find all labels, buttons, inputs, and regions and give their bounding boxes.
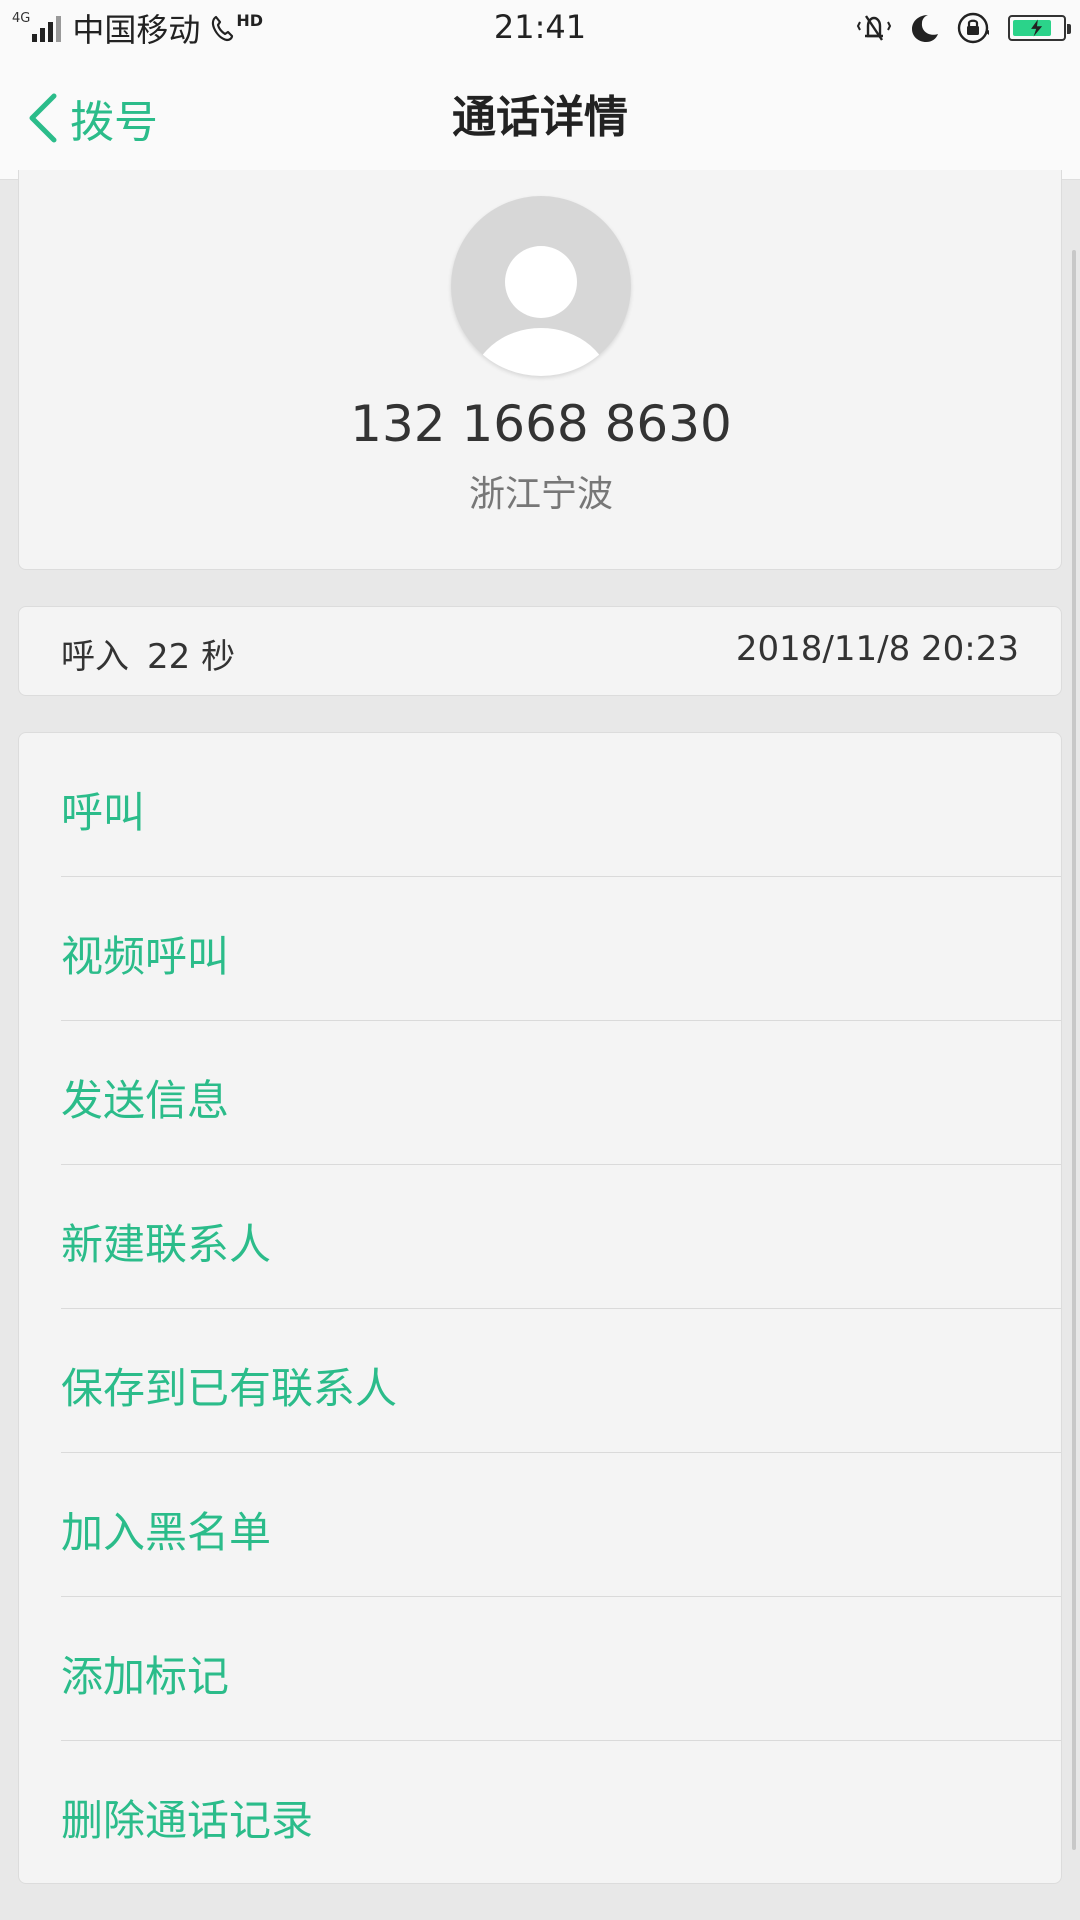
action-label: 发送信息 (61, 1076, 230, 1125)
app-header: 拨号 通话详情 (0, 56, 1080, 180)
status-bar: 4G 中国移动 HD 21:41 (0, 0, 1080, 56)
avatar-head (505, 246, 577, 318)
call-type: 呼入 (61, 637, 129, 677)
action-send-message[interactable]: 发送信息 (19, 1021, 1061, 1165)
moon-icon (912, 15, 938, 42)
vibrate-icon (856, 15, 892, 41)
charging-bolt-icon (1031, 19, 1043, 37)
action-call[interactable]: 呼叫 (19, 733, 1061, 877)
action-video-call[interactable]: 视频呼叫 (19, 877, 1061, 1021)
action-label: 保存到已有联系人 (61, 1364, 398, 1413)
action-label: 呼叫 (61, 788, 146, 837)
avatar (451, 196, 631, 376)
action-add-to-blacklist[interactable]: 加入黑名单 (19, 1453, 1061, 1597)
battery-icon (1008, 15, 1071, 41)
number-location: 浙江宁波 (468, 474, 613, 515)
scrollbar[interactable] (1072, 250, 1076, 1850)
action-label: 新建联系人 (61, 1220, 272, 1269)
actions-list: 呼叫 视频呼叫 发送信息 新建联系人 保存到已有联系人 加入黑名单 添加标记 删… (18, 732, 1062, 1884)
contact-profile-card: 132 1668 8630 浙江宁波 (18, 170, 1062, 570)
rotation-lock-icon (957, 12, 989, 44)
page-title: 通话详情 (452, 92, 628, 143)
action-label: 删除通话记录 (61, 1796, 314, 1845)
call-datetime: 2018/11/8 20:23 (735, 629, 1019, 669)
action-label: 添加标记 (61, 1652, 230, 1701)
action-delete-call-log[interactable]: 删除通话记录 (19, 1741, 1061, 1885)
action-label: 加入黑名单 (61, 1508, 272, 1557)
call-record-card: 呼入 22 秒 2018/11/8 20:23 (18, 606, 1062, 696)
action-add-tag[interactable]: 添加标记 (19, 1597, 1061, 1741)
call-type-row: 呼入 22 秒 (61, 629, 235, 678)
call-duration: 22 秒 (147, 637, 236, 677)
action-save-to-existing-contact[interactable]: 保存到已有联系人 (19, 1309, 1061, 1453)
phone-number: 132 1668 8630 (350, 395, 732, 453)
status-right (840, 8, 1071, 48)
action-label: 视频呼叫 (61, 932, 230, 981)
avatar-body (471, 328, 611, 376)
action-new-contact[interactable]: 新建联系人 (19, 1165, 1061, 1309)
